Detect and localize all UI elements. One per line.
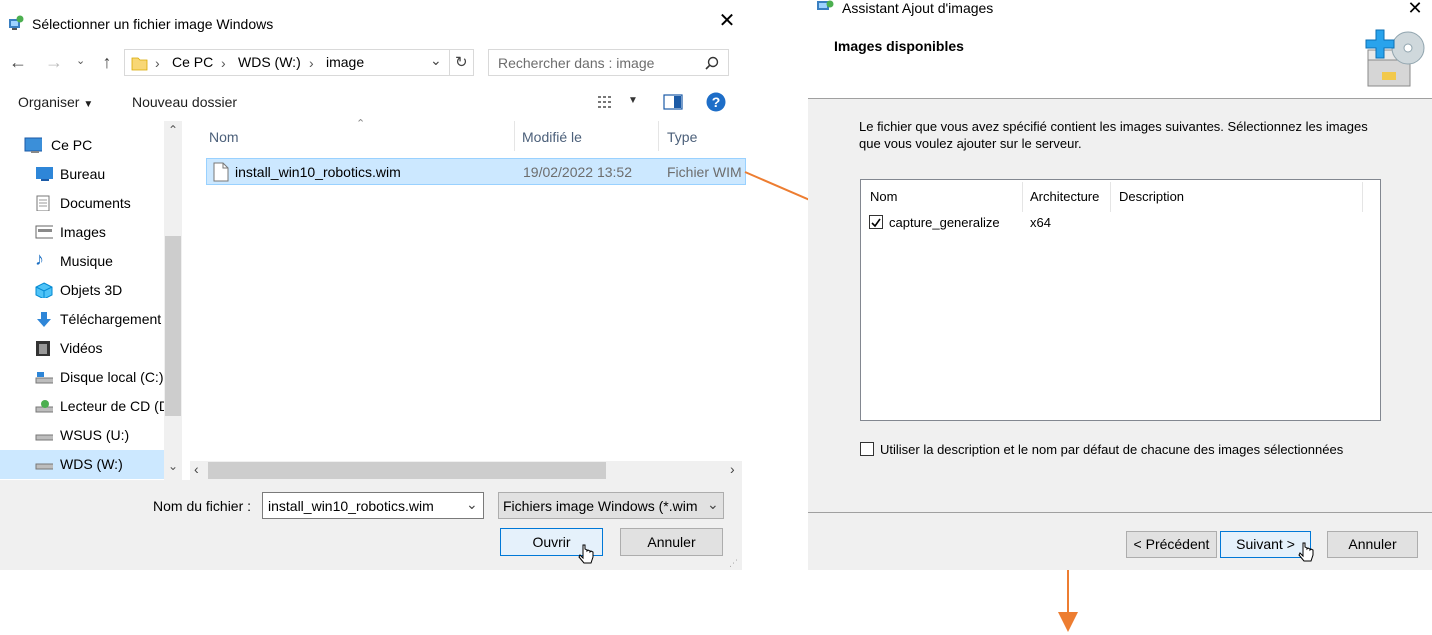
default-description-label: Utiliser la description et le nom par dé… <box>880 442 1344 457</box>
checkmark-icon <box>871 218 881 228</box>
default-description-option[interactable]: Utiliser la description et le nom par dé… <box>860 441 1380 459</box>
wizard-header: Assistant Ajout d'images ✕ Images dispon… <box>808 0 1432 99</box>
column-header-description[interactable]: Description <box>1119 189 1184 204</box>
column-header-name[interactable]: Nom <box>870 189 897 204</box>
image-architecture: x64 <box>1030 215 1051 230</box>
wds-app-icon <box>817 0 834 10</box>
default-description-checkbox[interactable] <box>860 442 874 456</box>
column-divider <box>1110 182 1111 212</box>
wizard-header-title: Images disponibles <box>834 38 964 54</box>
cancel-button[interactable]: Annuler <box>1327 531 1418 558</box>
add-image-wizard: Assistant Ajout d'images ✕ Images dispon… <box>808 0 1432 570</box>
column-divider <box>1362 182 1363 212</box>
image-checkbox[interactable] <box>869 215 883 229</box>
wizard-title: Assistant Ajout d'images <box>842 0 994 16</box>
column-header-architecture[interactable]: Architecture <box>1030 189 1099 204</box>
list-item[interactable]: capture_generalize x64 <box>861 214 1380 234</box>
wizard-description: Le fichier que vous avez spécifié contie… <box>859 119 1368 151</box>
footer-divider <box>808 512 1432 513</box>
image-name: capture_generalize <box>889 215 1000 230</box>
previous-button[interactable]: < Précédent <box>1126 531 1217 558</box>
image-list[interactable]: Nom Architecture Description capture_gen… <box>860 179 1381 421</box>
add-image-icon <box>1365 29 1425 87</box>
column-divider <box>1022 182 1023 212</box>
close-button[interactable]: ✕ <box>1404 0 1426 18</box>
mouse-cursor-icon <box>1298 542 1314 562</box>
